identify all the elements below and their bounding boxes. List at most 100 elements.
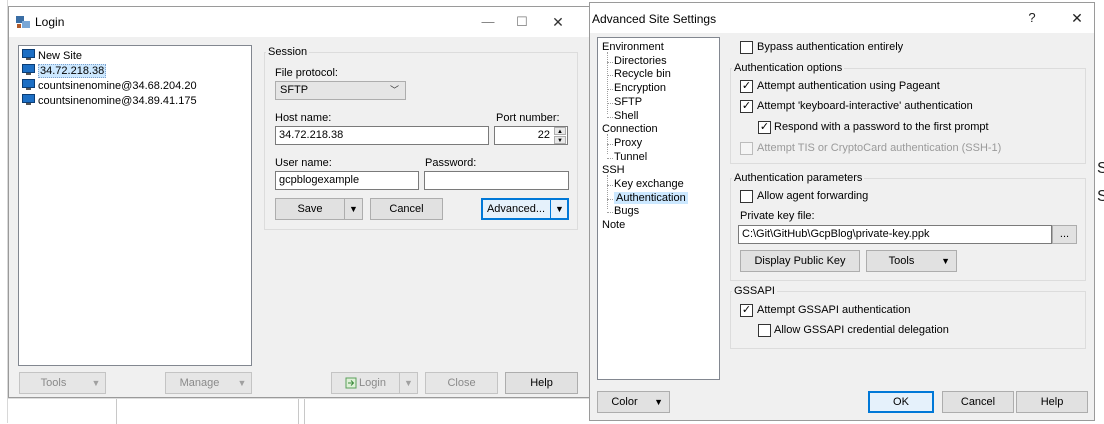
bypass-label: Bypass authentication entirely	[757, 41, 904, 53]
tree-item-recycle-bin[interactable]: Recycle bin	[607, 68, 671, 80]
cancel-button[interactable]: Cancel	[942, 391, 1014, 413]
close-window-button[interactable]: ✕	[541, 7, 575, 37]
bypass-checkbox[interactable]	[740, 41, 753, 54]
maximize-button[interactable]: ☐	[505, 7, 539, 37]
auth-options-title: Authentication options	[732, 62, 845, 74]
user-name-label: User name:	[275, 157, 332, 169]
tree-item-key-exchange[interactable]: Key exchange	[607, 178, 684, 190]
desktop-bottom-strip	[8, 398, 590, 424]
login-window: Login — ☐ ✕ New Site 34.72.218.38 counts…	[8, 6, 590, 398]
private-key-label: Private key file:	[740, 210, 815, 222]
manage-button[interactable]: Manage ▼	[165, 372, 252, 394]
tree-connector	[607, 185, 613, 186]
minimize-button[interactable]: —	[471, 7, 505, 37]
dropdown-arrow-icon[interactable]: ▼	[344, 199, 362, 219]
respond-password-label: Respond with a password to the first pro…	[774, 121, 989, 133]
login-button[interactable]: Login ▼	[331, 372, 418, 394]
tis-checkbox[interactable]	[740, 142, 753, 155]
browse-button[interactable]: ...	[1052, 225, 1077, 244]
gssapi-checkbox[interactable]: ✓	[740, 304, 753, 317]
help-icon[interactable]: ?	[1015, 3, 1049, 33]
auth-params-title: Authentication parameters	[732, 172, 865, 184]
close-button[interactable]: Close	[425, 372, 498, 394]
tree-connector	[607, 75, 613, 77]
tree-connector	[607, 89, 613, 91]
tree-item-authentication[interactable]: Authentication	[607, 191, 688, 204]
close-window-button[interactable]: ✕	[1060, 3, 1094, 33]
color-button[interactable]: Color ▼	[597, 391, 670, 413]
user-name-input[interactable]: gcpblogexample	[275, 171, 419, 190]
tree-connector	[607, 157, 613, 159]
advanced-button[interactable]: Advanced... ▼	[481, 198, 569, 220]
port-spinner[interactable]: ▲ ▼	[554, 127, 566, 144]
help-button[interactable]: Help	[505, 372, 578, 394]
cancel-button[interactable]: Cancel	[370, 198, 443, 220]
settings-tree[interactable]: Environment Directories Recycle bin Encrypt…	[597, 37, 720, 380]
port-number-input[interactable]: 22 ▲ ▼	[494, 126, 568, 145]
tree-item-encryption[interactable]: Encryption	[607, 82, 666, 94]
tree-item-bugs[interactable]: Bugs	[607, 205, 639, 217]
save-button[interactable]: Save ▼	[275, 198, 363, 220]
host-name-input[interactable]: 34.72.218.38	[275, 126, 489, 145]
login-title: Login	[35, 15, 65, 29]
site-list[interactable]: New Site 34.72.218.38 countsinenomine@34…	[18, 45, 252, 366]
login-titlebar: Login — ☐ ✕	[9, 7, 589, 37]
password-input[interactable]	[424, 171, 569, 190]
monitor-icon	[22, 64, 35, 75]
file-protocol-select[interactable]: SFTP ﹀	[275, 81, 406, 100]
help-button[interactable]: Help	[1016, 391, 1088, 413]
gssapi-group	[730, 291, 1086, 349]
gssapi-label: Attempt GSSAPI authentication	[757, 304, 911, 316]
tree-connector	[607, 102, 613, 104]
pageant-label: Attempt authentication using Pageant	[757, 80, 940, 92]
desktop-left-strip	[0, 0, 8, 423]
dropdown-arrow-icon: ▼	[91, 378, 101, 388]
tree-item-connection[interactable]: Connection	[602, 123, 658, 135]
agent-forwarding-checkbox[interactable]	[740, 190, 753, 203]
site-item-new[interactable]: New Site	[22, 48, 82, 63]
gssapi-delegation-label: Allow GSSAPI credential delegation	[774, 324, 949, 336]
session-group-title: Session	[266, 46, 310, 58]
tree-item-tunnel[interactable]: Tunnel	[607, 151, 647, 163]
dropdown-arrow-icon: ▼	[237, 378, 247, 388]
host-name-label: Host name:	[275, 112, 332, 124]
tree-item-directories[interactable]: Directories	[607, 55, 667, 67]
file-protocol-label: File protocol:	[275, 67, 338, 79]
app-icon	[16, 16, 30, 28]
dropdown-arrow-icon: ▼	[654, 397, 663, 407]
tools-button[interactable]: Tools ▼	[19, 372, 106, 394]
pageant-checkbox[interactable]: ✓	[740, 80, 753, 93]
respond-password-checkbox[interactable]: ✓	[758, 121, 771, 134]
tree-connector	[607, 61, 613, 63]
spin-up-icon[interactable]: ▲	[554, 127, 566, 135]
chevron-down-icon: ﹀	[389, 85, 399, 95]
dropdown-arrow-icon[interactable]: ▼	[550, 199, 568, 219]
tree-item-proxy[interactable]: Proxy	[607, 137, 642, 149]
gssapi-title: GSSAPI	[732, 285, 777, 297]
password-label: Password:	[425, 157, 477, 169]
keyboard-interactive-checkbox[interactable]: ✓	[740, 100, 753, 113]
ok-button[interactable]: OK	[868, 391, 934, 413]
tools-button[interactable]: Tools ▼	[866, 250, 957, 272]
tree-item-sftp[interactable]: SFTP	[607, 96, 642, 108]
agent-forwarding-label: Allow agent forwarding	[757, 190, 869, 202]
tis-label: Attempt TIS or CryptoCard authentication…	[757, 142, 1002, 154]
display-public-key-button[interactable]: Display Public Key	[740, 250, 860, 272]
tree-item-environment[interactable]: Environment	[602, 41, 664, 53]
tree-connector	[607, 198, 613, 200]
advanced-settings-window: Advanced Site Settings ? ✕ Environment Di…	[589, 2, 1095, 421]
site-item[interactable]: countsinenomine@34.89.41.175	[22, 93, 197, 108]
keyboard-interactive-label: Attempt 'keyboard-interactive' authentic…	[757, 100, 973, 112]
tree-item-ssh[interactable]: SSH	[602, 164, 625, 176]
site-item-selected[interactable]: 34.72.218.38	[22, 63, 107, 78]
desktop-right-strip: S S	[1095, 0, 1104, 423]
dropdown-arrow-icon: ▼	[941, 256, 950, 266]
private-key-input[interactable]: C:\Git\GitHub\GcpBlog\private-key.ppk	[738, 225, 1052, 244]
site-item[interactable]: countsinenomine@34.68.204.20	[22, 78, 197, 93]
tree-item-shell[interactable]: Shell	[607, 110, 638, 122]
tree-item-note[interactable]: Note	[602, 219, 625, 231]
spin-down-icon[interactable]: ▼	[554, 136, 566, 144]
monitor-icon	[22, 79, 35, 90]
dropdown-arrow-icon: ▼	[399, 373, 417, 393]
gssapi-delegation-checkbox[interactable]	[758, 324, 771, 337]
